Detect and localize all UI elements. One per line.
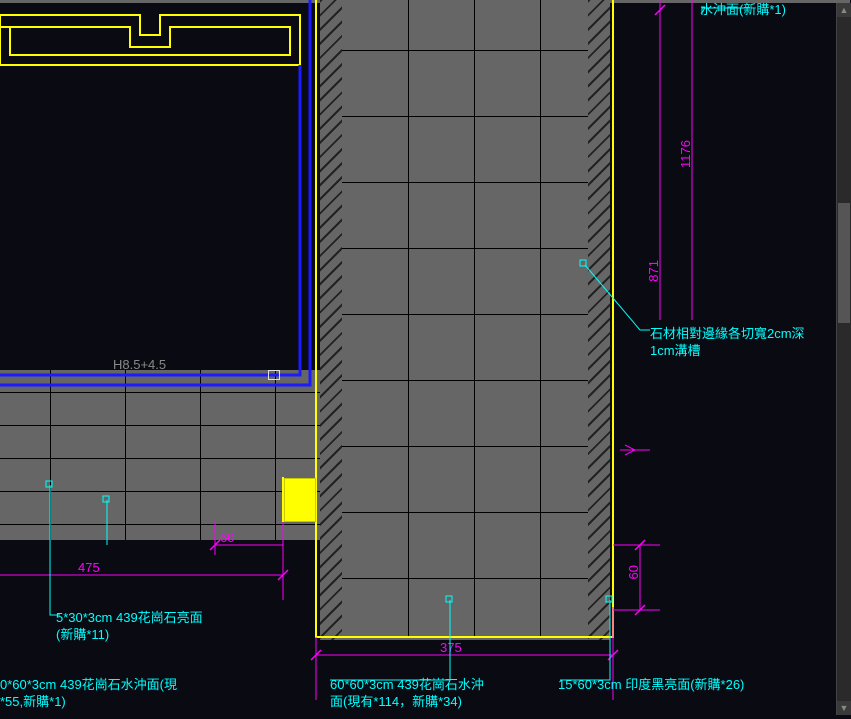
note-6-line2: 1cm溝槽 <box>650 343 701 358</box>
note-2: 0*60*3cm 439花崗石水沖面(現 *55,新購*1) <box>0 677 177 711</box>
scroll-down-button[interactable]: ▼ <box>837 701 851 715</box>
note-6-line1: 石材相對邊緣各切寬2cm深 <box>650 326 805 341</box>
note-1-line2: (新購*11) <box>56 627 109 642</box>
vertical-scrollbar[interactable]: ▲ ▼ <box>836 3 851 715</box>
note-3-line1: 60*60*3cm 439花崗石水沖 <box>330 677 484 692</box>
note-6: 石材相對邊緣各切寬2cm深 1cm溝槽 <box>650 326 805 360</box>
note-2-line1: 0*60*3cm 439花崗石水沖面(現 <box>0 677 177 692</box>
cad-viewport[interactable]: 水沖面(新購*1) H8.5+4.5 <box>0 0 851 719</box>
note-3-line2: 面(現有*114，新購*34) <box>330 694 462 709</box>
note-2-line2: *55,新購*1) <box>0 694 66 709</box>
note-1-line1: 5*30*3cm 439花崗石亮面 <box>56 610 203 625</box>
note-3: 60*60*3cm 439花崗石水沖 面(現有*114，新購*34) <box>330 677 484 711</box>
scroll-thumb[interactable] <box>838 203 850 323</box>
scroll-up-button[interactable]: ▲ <box>837 3 851 17</box>
note-1: 5*30*3cm 439花崗石亮面 (新購*11) <box>56 610 203 644</box>
note-4: 15*60*3cm 印度黑亮面(新購*26) <box>558 677 851 694</box>
